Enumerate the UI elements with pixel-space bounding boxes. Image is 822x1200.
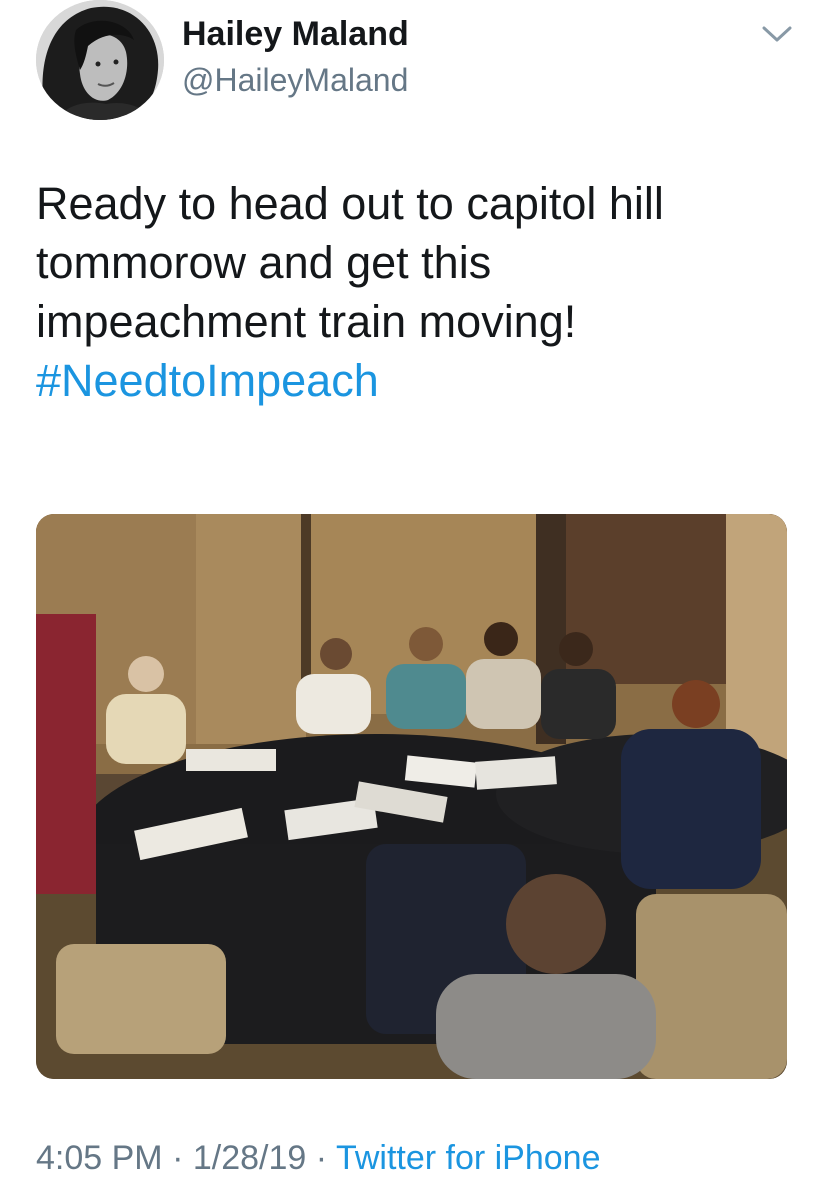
meta-separator: · [172, 1139, 184, 1177]
tweet-time[interactable]: 4:05 PM [36, 1139, 163, 1177]
tweet-text-line: impeachment train moving! [36, 296, 577, 347]
tweet: Hailey Maland @HaileyMaland Ready to hea… [0, 0, 822, 1200]
meta-separator: · [315, 1139, 328, 1177]
author-handle[interactable]: @HaileyMaland [182, 60, 408, 100]
avatar[interactable] [36, 0, 164, 120]
tweet-text-line: Ready to head out to capitol hill [36, 178, 664, 229]
tweet-source-link[interactable]: Twitter for iPhone [336, 1139, 601, 1177]
tweet-text: Ready to head out to capitol hill tommor… [36, 174, 776, 410]
chevron-down-icon[interactable] [760, 20, 794, 46]
tweet-photo[interactable] [36, 514, 787, 1079]
avatar-photo [36, 0, 164, 120]
tweet-text-line: tommorow and get this [36, 237, 492, 288]
tweet-meta: 4:05 PM · 1/28/19 · Twitter for iPhone [36, 1136, 601, 1180]
tweet-date[interactable]: 1/28/19 [193, 1139, 306, 1177]
hashtag-link[interactable]: #NeedtoImpeach [36, 351, 776, 410]
author-name[interactable]: Hailey Maland [182, 14, 409, 54]
photo-scene [36, 514, 787, 1079]
